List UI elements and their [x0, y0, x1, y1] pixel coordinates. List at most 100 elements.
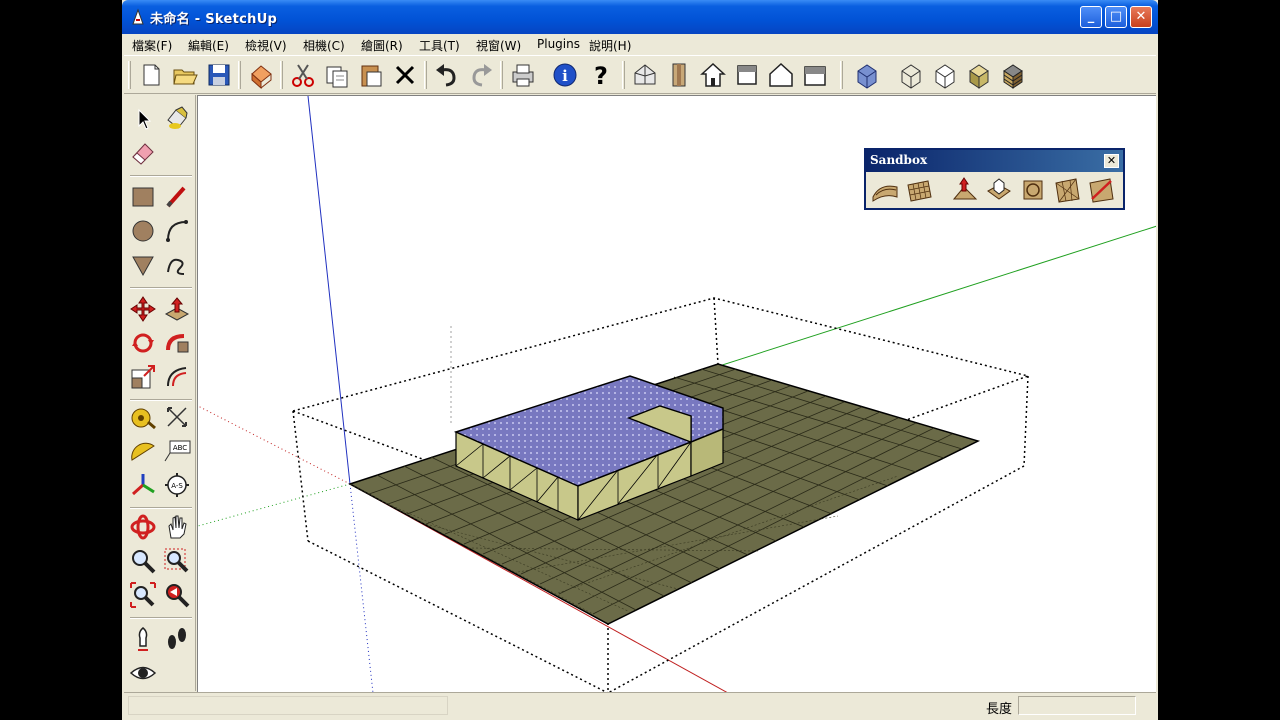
make-component-icon[interactable]: [246, 60, 276, 90]
erase-icon[interactable]: [390, 60, 420, 90]
toolbar-separator: [130, 617, 192, 619]
status-bar: 長度: [124, 692, 1156, 718]
rotate-icon[interactable]: [128, 328, 158, 358]
menu-file[interactable]: 檔案(F): [132, 37, 172, 54]
back-view-icon[interactable]: [766, 60, 796, 90]
menu-view[interactable]: 檢視(V): [245, 37, 287, 54]
menu-draw[interactable]: 繪圖(R): [361, 37, 403, 54]
toolbar-separator: [130, 507, 192, 509]
toolbar-separator: [130, 399, 192, 401]
redo-icon[interactable]: [466, 60, 496, 90]
close-button[interactable]: ✕: [1130, 6, 1152, 28]
status-hint-area: [128, 696, 448, 715]
open-icon[interactable]: [170, 60, 200, 90]
menu-window[interactable]: 視窗(W): [476, 37, 521, 54]
protractor-icon[interactable]: [128, 436, 158, 466]
zoom-window-icon[interactable]: [162, 546, 192, 576]
toolbar-separator: [280, 61, 283, 89]
axes-icon[interactable]: [128, 470, 158, 500]
stamp-icon[interactable]: [984, 175, 1014, 205]
menu-edit[interactable]: 編輯(E): [188, 37, 229, 54]
orbit-icon[interactable]: [128, 512, 158, 542]
from-scratch-icon[interactable]: [904, 175, 934, 205]
minimize-button[interactable]: _: [1080, 6, 1102, 28]
toolbar-separator: [622, 61, 625, 89]
sketchup-window: 未命名 - SketchUp _ □ ✕ 檔案(F) 編輯(E) 檢視(V) 相…: [122, 0, 1158, 720]
window-title: 未命名 - SketchUp: [150, 12, 278, 27]
hidden-line-icon[interactable]: [930, 60, 960, 90]
menu-help[interactable]: 說明(H): [589, 37, 631, 54]
push-pull-icon[interactable]: [162, 294, 192, 324]
paint-bucket-icon[interactable]: [162, 104, 192, 134]
wireframe-icon[interactable]: [896, 60, 926, 90]
circle-icon[interactable]: [128, 216, 158, 246]
sandbox-title: Sandbox: [870, 153, 928, 167]
shaded-texture-icon[interactable]: [998, 60, 1028, 90]
drape-icon[interactable]: [1018, 175, 1048, 205]
pan-icon[interactable]: [162, 512, 192, 542]
copy-icon[interactable]: [322, 60, 352, 90]
line-icon[interactable]: [162, 182, 192, 212]
follow-me-icon[interactable]: [162, 328, 192, 358]
shaded-icon[interactable]: [964, 60, 994, 90]
new-icon[interactable]: [136, 60, 166, 90]
look-around-icon[interactable]: [128, 658, 158, 688]
print-icon[interactable]: [508, 60, 538, 90]
flip-edge-icon[interactable]: [1086, 175, 1116, 205]
xray-icon[interactable]: [852, 60, 882, 90]
zoom-icon[interactable]: [128, 546, 158, 576]
measurement-input[interactable]: [1018, 696, 1136, 715]
right-view-icon[interactable]: [732, 60, 762, 90]
offset-icon[interactable]: [162, 362, 192, 392]
help-icon[interactable]: ?: [586, 60, 616, 90]
undo-icon[interactable]: [432, 60, 462, 90]
svg-text:i: i: [562, 67, 568, 85]
maximize-button[interactable]: □: [1105, 6, 1127, 28]
toolbar-separator: [424, 61, 427, 89]
add-detail-icon[interactable]: [1052, 175, 1082, 205]
title-bar[interactable]: 未命名 - SketchUp _ □ ✕: [122, 0, 1158, 34]
move-icon[interactable]: [128, 294, 158, 324]
save-icon[interactable]: [204, 60, 234, 90]
eraser-icon[interactable]: [128, 138, 158, 168]
svg-text:ABC: ABC: [173, 444, 187, 452]
model-info-icon[interactable]: i: [550, 60, 580, 90]
toolbar-separator: [238, 61, 241, 89]
position-camera-icon[interactable]: [128, 624, 158, 654]
previous-view-icon[interactable]: [162, 580, 192, 610]
toolbar-separator: [500, 61, 503, 89]
sandbox-close-button[interactable]: ✕: [1104, 154, 1119, 168]
menu-camera[interactable]: 相機(C): [303, 37, 345, 54]
paste-icon[interactable]: [356, 60, 386, 90]
svg-text:?: ?: [594, 62, 608, 90]
from-contours-icon[interactable]: [870, 175, 900, 205]
front-view-icon[interactable]: [698, 60, 728, 90]
menu-plugins[interactable]: Plugins: [537, 37, 580, 51]
freehand-icon[interactable]: [162, 250, 192, 280]
3d-text-icon[interactable]: A-S: [162, 470, 192, 500]
toolbar-separator: [130, 175, 192, 177]
menu-bar: 檔案(F) 編輯(E) 檢視(V) 相機(C) 繪圖(R) 工具(T) 視窗(W…: [124, 34, 1156, 54]
cut-icon[interactable]: [288, 60, 318, 90]
tape-measure-icon[interactable]: [128, 402, 158, 432]
zoom-extents-icon[interactable]: [128, 580, 158, 610]
smoove-icon[interactable]: [950, 175, 980, 205]
arc-icon[interactable]: [162, 216, 192, 246]
menu-tools[interactable]: 工具(T): [419, 37, 460, 54]
toolbar-separator: [130, 287, 192, 289]
top-view-icon[interactable]: [664, 60, 694, 90]
measurement-label: 長度: [986, 702, 1013, 717]
dimension-icon[interactable]: [162, 402, 192, 432]
iso-view-icon[interactable]: [630, 60, 660, 90]
rectangle-icon[interactable]: [128, 182, 158, 212]
text-icon[interactable]: ABC: [162, 436, 192, 466]
select-icon[interactable]: [128, 104, 158, 134]
toolbar-grip[interactable]: [128, 61, 131, 89]
scale-icon[interactable]: [128, 362, 158, 392]
left-toolbar: ABC A-S: [124, 95, 196, 691]
sandbox-titlebar[interactable]: Sandbox ✕: [866, 150, 1123, 172]
walk-icon[interactable]: [162, 624, 192, 654]
polygon-icon[interactable]: [128, 250, 158, 280]
sandbox-toolbar: Sandbox ✕: [864, 148, 1125, 210]
left-view-icon[interactable]: [800, 60, 830, 90]
